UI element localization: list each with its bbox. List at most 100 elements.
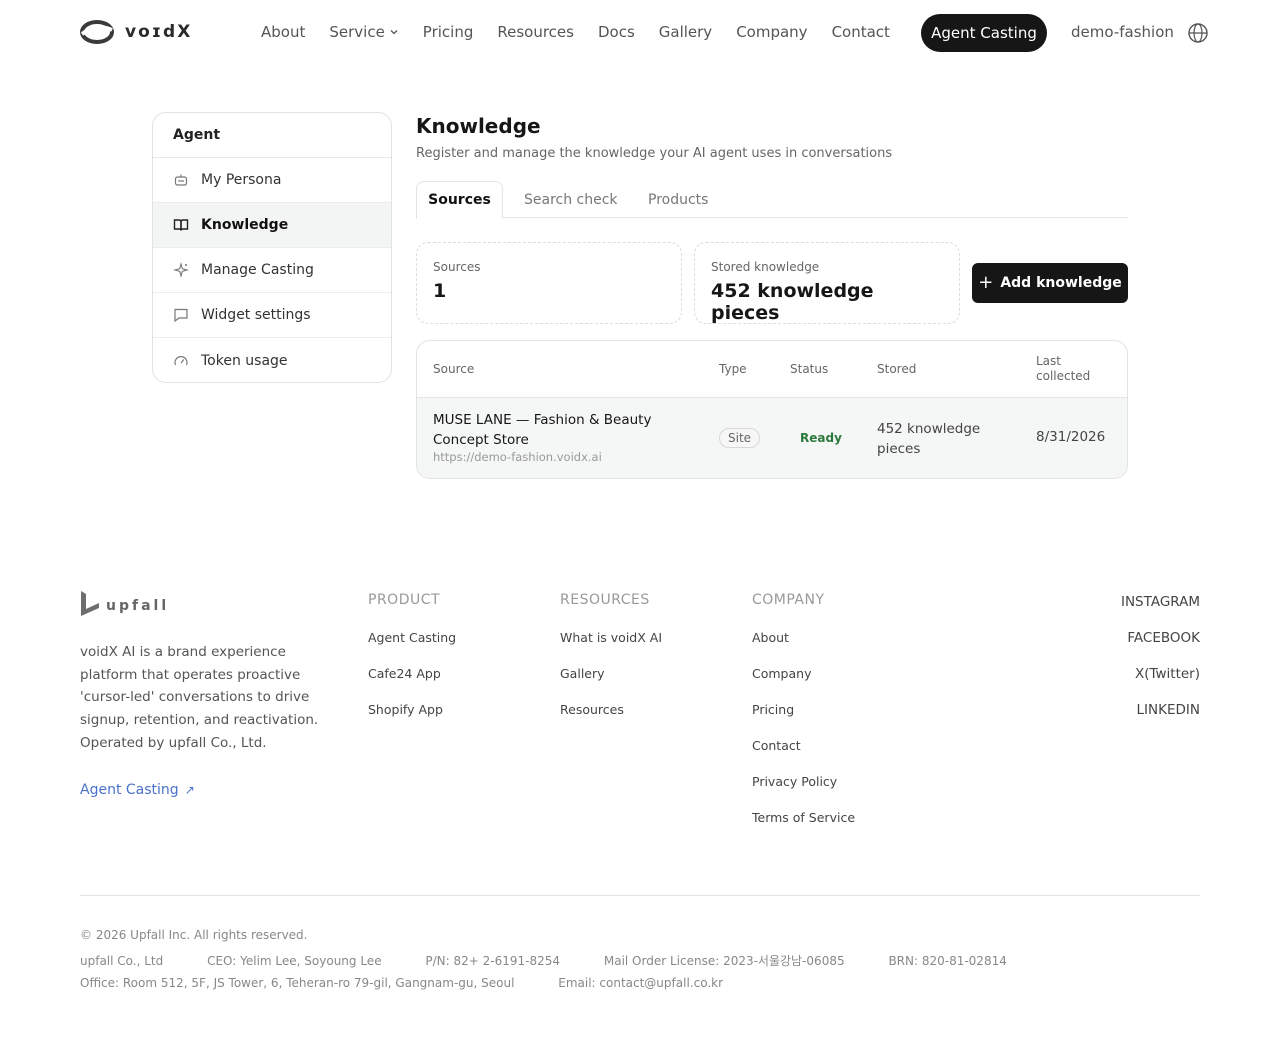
social-facebook[interactable]: FACEBOOK <box>1121 630 1200 666</box>
book-icon <box>173 217 189 233</box>
voidx-logo[interactable]: voɪdX <box>80 19 192 45</box>
page-title: Knowledge <box>416 114 541 138</box>
sidebar-item-manage-casting[interactable]: Manage Casting <box>153 248 391 293</box>
footer-link-agent-casting[interactable]: Agent Casting <box>368 630 456 666</box>
col-last-collected: Last collected <box>1036 354 1091 383</box>
stored-count: 452 knowledge pieces <box>877 421 981 457</box>
add-knowledge-button[interactable]: + Add knowledge <box>972 263 1128 303</box>
workspace-selector[interactable]: demo-fashion <box>1071 23 1174 41</box>
footer-col-product: PRODUCT Agent Casting Cafe24 App Shopify… <box>368 592 456 738</box>
upfall-logo-icon <box>81 591 99 616</box>
gauge-icon <box>173 353 189 369</box>
upfall-logo[interactable]: upfall <box>80 590 169 616</box>
col-stored: Stored <box>877 362 917 376</box>
sources-table: Source Type Status Stored Last collected… <box>416 340 1128 479</box>
footer-link-pricing[interactable]: Pricing <box>752 702 855 738</box>
top-header: voɪdX About Service Pricing Resources Do… <box>0 0 1280 66</box>
footer-agent-casting-link[interactable]: Agent Casting ↗ <box>80 782 195 798</box>
tab-sources[interactable]: Sources <box>416 181 503 219</box>
plus-icon: + <box>978 272 994 293</box>
nav-docs[interactable]: Docs <box>598 23 635 41</box>
sidebar-title: Agent <box>153 113 391 158</box>
company-name: upfall Co., Ltd <box>80 954 164 968</box>
tab-search-check[interactable]: Search check <box>524 181 618 218</box>
sidebar-item-my-persona[interactable]: My Persona <box>153 158 391 203</box>
agent-casting-button[interactable]: Agent Casting <box>921 14 1047 52</box>
footer-col-heading: RESOURCES <box>560 592 650 608</box>
nav-label: Resources <box>497 23 574 41</box>
footer-link-company[interactable]: Company <box>752 666 855 702</box>
last-collected-date: 8/31/2026 <box>1036 429 1106 445</box>
sources-stat-card: Sources 1 <box>416 242 682 324</box>
footer-link-about[interactable]: About <box>752 630 855 666</box>
footer-social-links: INSTAGRAM FACEBOOK X(Twitter) LINKEDIN <box>1121 594 1200 738</box>
footer-link-shopify-app[interactable]: Shopify App <box>368 702 456 738</box>
sidebar-item-label: Widget settings <box>201 307 311 323</box>
status-badge: Ready <box>800 431 842 445</box>
sidebar-item-label: Knowledge <box>201 217 289 233</box>
copyright: © 2026 Upfall Inc. All rights reserved. <box>80 928 308 942</box>
footer-divider <box>80 895 1200 896</box>
page-subtitle: Register and manage the knowledge your A… <box>416 146 893 161</box>
social-instagram[interactable]: INSTAGRAM <box>1121 594 1200 630</box>
mail-order-license: Mail Order License: 2023-서울강남-06085 <box>603 954 845 968</box>
sidebar-item-label: My Persona <box>201 172 282 188</box>
source-name: MUSE LANE — Fashion & Beauty Concept Sto… <box>433 412 652 448</box>
main-nav: About Service Pricing Resources Docs Gal… <box>261 23 914 41</box>
nav-label: Pricing <box>422 23 474 41</box>
sidebar-item-knowledge[interactable]: Knowledge <box>153 203 391 248</box>
sidebar-item-label: Token usage <box>201 352 288 369</box>
nav-gallery[interactable]: Gallery <box>659 23 712 41</box>
sparkle-icon <box>173 262 189 278</box>
tab-products[interactable]: Products <box>648 181 708 218</box>
nav-about[interactable]: About <box>261 23 305 41</box>
footer-link-resources[interactable]: Resources <box>560 702 662 738</box>
footer-link-label: Agent Casting <box>80 782 179 798</box>
nav-label: About <box>261 23 306 41</box>
social-linkedin[interactable]: LINKEDIN <box>1121 702 1200 738</box>
legal-line-2: Office: Room 512, 5F, JS Tower, 6, Teher… <box>80 976 763 990</box>
footer-col-resources: RESOURCES What is voidX AI Gallery Resou… <box>560 592 662 738</box>
stat-value: 452 knowledge pieces <box>711 280 874 324</box>
logo-text: voɪdX <box>125 22 193 42</box>
nav-resources[interactable]: Resources <box>497 23 574 41</box>
col-status: Status <box>790 362 829 376</box>
stat-label: Sources <box>433 260 481 274</box>
table-row[interactable]: MUSE LANE — Fashion & Beauty Concept Sto… <box>417 398 1127 478</box>
legal-line-1: upfall Co., Ltd CEO: Yelim Lee, Soyoung … <box>80 952 1047 969</box>
stored-knowledge-stat-card: Stored knowledge 452 knowledge pieces <box>694 242 960 324</box>
nav-label: Docs <box>597 23 635 41</box>
nav-label: Company <box>736 23 808 41</box>
chevron-down-icon <box>390 30 398 35</box>
col-type: Type <box>719 362 747 376</box>
col-source: Source <box>433 362 475 376</box>
nav-label: Service <box>329 23 385 41</box>
social-twitter[interactable]: X(Twitter) <box>1121 666 1200 702</box>
source-url: https://demo-fashion.voidx.ai <box>433 450 602 464</box>
stat-label: Stored knowledge <box>711 260 820 274</box>
type-badge: Site <box>719 428 761 448</box>
sidebar-item-widget-settings[interactable]: Widget settings <box>153 293 391 338</box>
footer-col-heading: PRODUCT <box>368 592 441 608</box>
nav-pricing[interactable]: Pricing <box>423 23 474 41</box>
footer-link-privacy-policy[interactable]: Privacy Policy <box>752 774 855 810</box>
office-address: Office: Room 512, 5F, JS Tower, 6, Teher… <box>80 976 515 990</box>
footer-description: voidX AI is a brand experience platform … <box>80 644 319 751</box>
agent-sidebar: Agent My Persona Knowledge Manage Castin… <box>152 112 392 383</box>
sidebar-item-token-usage[interactable]: Token usage <box>153 338 391 382</box>
footer-link-cafe24-app[interactable]: Cafe24 App <box>368 666 456 702</box>
nav-service[interactable]: Service <box>329 23 398 41</box>
footer-link-terms[interactable]: Terms of Service <box>752 810 855 846</box>
business-reg-number: BRN: 820-81-02814 <box>888 954 1007 968</box>
nav-contact[interactable]: Contact <box>832 23 890 41</box>
footer-logo-text: upfall <box>106 598 170 614</box>
globe-icon[interactable] <box>1187 22 1209 44</box>
nav-company[interactable]: Company <box>736 23 807 41</box>
voidx-logo-icon <box>80 20 114 44</box>
knowledge-tabs: Sources Search check Products <box>416 181 1128 219</box>
footer-link-gallery[interactable]: Gallery <box>560 666 662 702</box>
footer-link-what-is-voidx[interactable]: What is voidX AI <box>560 630 662 666</box>
nav-label: Contact <box>831 23 890 41</box>
add-knowledge-label: Add knowledge <box>1000 275 1122 291</box>
footer-link-contact[interactable]: Contact <box>752 738 855 774</box>
